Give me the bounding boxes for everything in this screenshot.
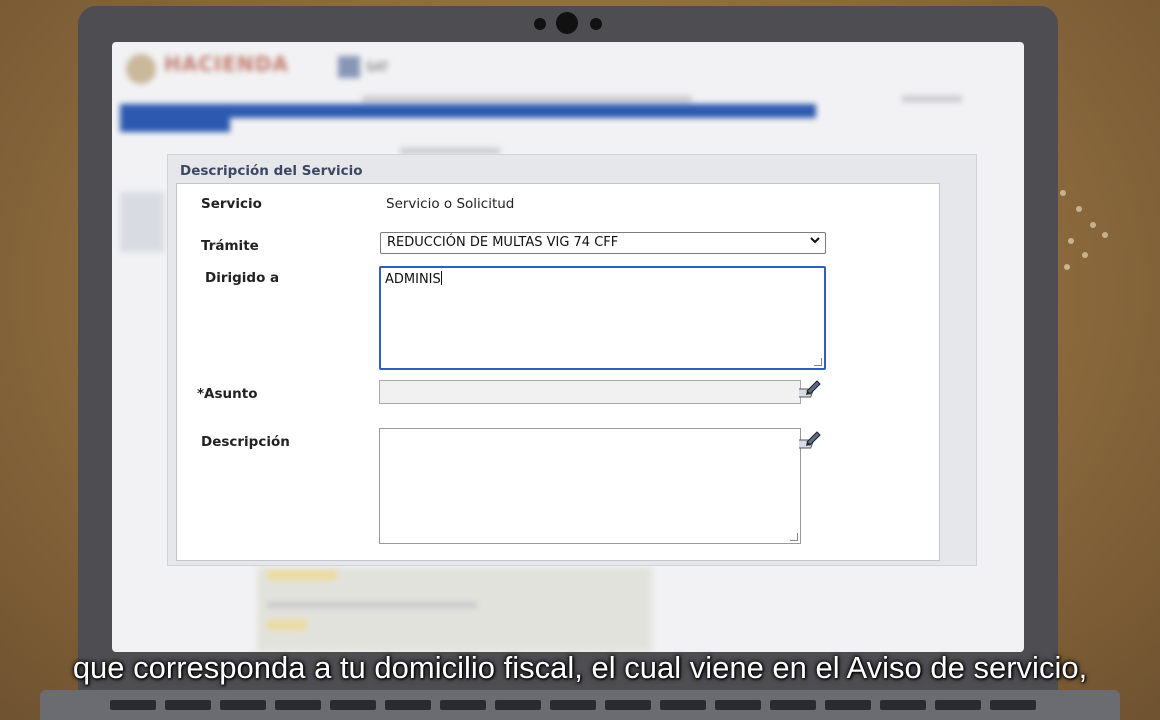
descripcion-textarea[interactable] [379,428,801,544]
keyboard-key [110,700,156,710]
keyboard-key [770,700,816,710]
camera-icon [534,18,546,30]
keyboard-key [825,700,871,710]
hacienda-logo: HACIENDA [164,52,289,76]
dirigido-label: Dirigido a [205,270,280,286]
keyboard-key [275,700,321,710]
asunto-field[interactable] [379,380,801,404]
nav-bar [120,104,816,118]
nav-bar-tab [120,118,230,132]
decorative-dot [1076,206,1082,212]
lower-text-placeholder [267,602,477,608]
keyboard-key [220,700,266,710]
decorative-dot [1068,238,1074,244]
chevron-down-icon[interactable] [809,234,821,250]
top-nav-placeholder [362,96,692,102]
decorative-dot [1102,232,1108,238]
government-logo-icon [126,54,156,84]
keyboard-key [935,700,981,710]
keyboard-key [440,700,486,710]
keyboard-key [715,700,761,710]
keyboard-key [165,700,211,710]
dirigido-text: ADMINIS [385,272,441,287]
camera-light-icon [590,18,602,30]
decorative-dot [1090,222,1096,228]
keyboard-key [605,700,651,710]
sat-logo-icon [338,56,360,78]
keyboard-key [550,700,596,710]
keyboard-key [330,700,376,710]
tramite-selected-value: REDUCCIÓN DE MULTAS VIG 74 CFF [387,235,619,250]
sidebar-placeholder [120,192,164,252]
section-title: Descripción del Servicio [180,163,363,179]
keyboard-key [880,700,926,710]
keyboard-key [385,700,431,710]
descripcion-label: Descripción [201,434,290,450]
decorative-dot [1082,252,1088,258]
keyboard-key [660,700,706,710]
tramite-select[interactable]: REDUCCIÓN DE MULTAS VIG 74 CFF [380,232,826,254]
pencil-edit-icon[interactable] [794,377,823,401]
servicio-label: Servicio [201,196,262,212]
service-description-panel: Descripción del Servicio Servicio Servic… [167,154,977,566]
text-caret [440,271,442,285]
pencil-edit-icon[interactable] [794,428,823,452]
servicio-value: Servicio o Solicitud [386,196,515,212]
asunto-label: *Asunto [197,386,258,402]
top-nav-placeholder [902,96,962,102]
resize-handle[interactable] [790,533,798,541]
camera-lens-icon [556,12,578,34]
resize-handle[interactable] [814,358,822,366]
video-subtitle: que corresponda a tu domicilio fiscal, e… [72,650,1088,685]
lower-section-tag [267,570,337,580]
keyboard-key [495,700,541,710]
laptop-screen: HACIENDA SAT Descripción del Servicio Se… [112,42,1024,652]
tramite-label: Trámite [201,238,259,254]
decorative-dot [1064,264,1070,270]
service-form: Servicio Servicio o Solicitud Trámite RE… [176,183,940,561]
sat-logo: SAT [366,60,389,74]
dirigido-textarea[interactable]: ADMINIS [379,266,826,370]
decorative-dot [1060,190,1066,196]
keyboard-key [990,700,1036,710]
lower-section-tag [267,620,307,630]
